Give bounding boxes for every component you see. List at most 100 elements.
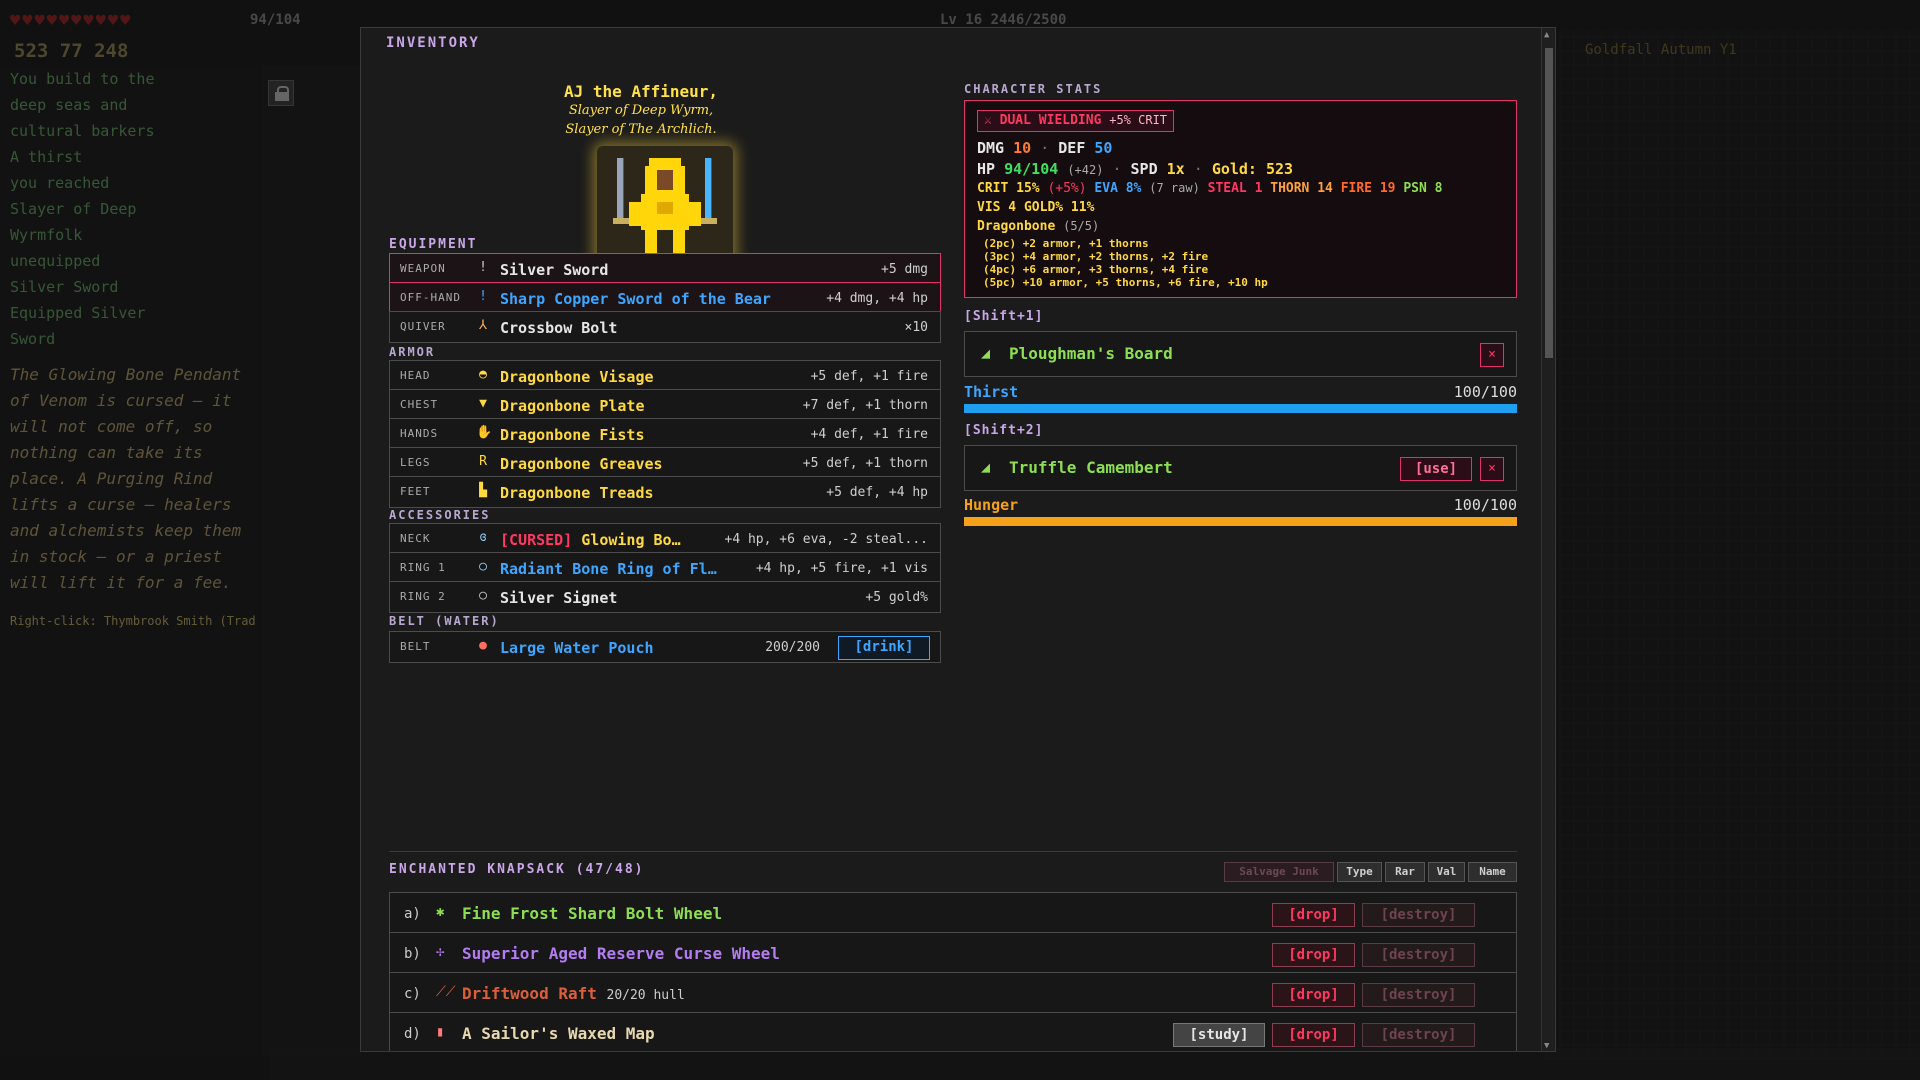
spd-label: SPD: [1130, 160, 1158, 178]
knapsack-item[interactable]: a) ✱ Fine Frost Shard Bolt Wheel [drop] [des…: [389, 892, 1517, 936]
slot-stats: +4 hp, +6 eva, -2 steal...: [724, 532, 929, 547]
destroy-button[interactable]: [destroy]: [1362, 983, 1475, 1007]
belt-slot[interactable]: BELT ● Large Water Pouch 200/200 [drink]: [389, 631, 941, 663]
slot-label: RING 1: [400, 561, 446, 574]
slot-item-text: Glowing Bo…: [581, 531, 681, 549]
item-key: c): [404, 986, 421, 1002]
slot-hands[interactable]: HANDS ✋ Dragonbone Fists +4 def, +1 fire: [389, 418, 941, 450]
slot-stats: +5 def, +1 fire: [810, 369, 928, 384]
slot-stats: +5 gold%: [865, 590, 928, 605]
sword-icon: !: [479, 260, 487, 275]
slot-item-name: Radiant Bone Ring of Fl…: [500, 560, 717, 578]
side-panel: [262, 66, 362, 1056]
quickslot-2[interactable]: ◢ Truffle Camembert [use] ×: [964, 445, 1517, 491]
slot-quiver[interactable]: QUIVER ⅄ Crossbow Bolt ×10: [389, 311, 941, 343]
slot-item-name: Sharp Copper Sword of the Bear: [500, 290, 771, 308]
set-count: (5/5): [1063, 219, 1100, 233]
slot-stats: +5 def, +4 hp: [826, 485, 928, 500]
slot-off-hand[interactable]: OFF-HAND! Sharp Copper Sword of the Bear +…: [389, 282, 941, 314]
thirst-label: Thirst: [964, 383, 1019, 401]
sort-value-button[interactable]: Val: [1428, 862, 1465, 882]
gold-value: Gold: 523: [1211, 160, 1294, 178]
character-title-2: Slayer of The Archlich.: [565, 122, 717, 137]
knapsack-item[interactable]: d) ▮ A Sailor's Waxed Map [drop] [destroy] [s…: [389, 1012, 1517, 1051]
slot-chest[interactable]: CHEST ▼ Dragonbone Plate +7 def, +1 thorn: [389, 389, 941, 421]
item-extra: 20/20 hull: [606, 988, 685, 1003]
crit-bonus: (+5%): [1047, 181, 1087, 196]
character-stats-panel: ⚔ DUAL WIELDING +5% CRIT DMG 10 · DEF 50…: [964, 100, 1517, 298]
quickslot-2-remove-button[interactable]: ×: [1480, 457, 1504, 481]
slot-item-name: Dragonbone Greaves: [500, 455, 663, 473]
drink-button[interactable]: [drink]: [838, 636, 930, 660]
lock-icon[interactable]: [268, 80, 294, 106]
ring-icon: ○: [479, 559, 487, 574]
slot-ring-1[interactable]: RING 1 ○ Radiant Bone Ring of Fl… +4 hp, +5…: [389, 552, 941, 584]
knapsack-item[interactable]: b) ✢ Superior Aged Reserve Curse Wheel [dro…: [389, 932, 1517, 976]
scrollbar-thumb[interactable]: [1545, 48, 1553, 358]
destroy-button[interactable]: [destroy]: [1362, 1023, 1475, 1047]
slot-label: BELT: [400, 640, 431, 653]
slot-ring-2[interactable]: RING 2 ○ Silver Signet +5 gold%: [389, 581, 941, 613]
slot-stats: +4 def, +1 fire: [810, 427, 928, 442]
sword-icon: !: [479, 289, 487, 304]
slot-neck[interactable]: NECK ɞ [CURSED] Glowing Bo… +4 hp, +6 eva, …: [389, 523, 941, 555]
hud-stats: 523 77 248: [14, 40, 129, 62]
def-value: 50: [1094, 139, 1113, 157]
slot-item-name: Dragonbone Fists: [500, 426, 645, 444]
drop-button[interactable]: [drop]: [1272, 1023, 1355, 1047]
slot-feet[interactable]: FEET ▙ Dragonbone Treads +5 def, +4 hp: [389, 476, 941, 508]
log-emphasis: The Glowing Bone Pendant of Venom is cur…: [10, 365, 242, 592]
drop-button[interactable]: [drop]: [1272, 903, 1355, 927]
world-map: [1545, 30, 1920, 1060]
dual-wielding-bonus: +5% CRIT: [1109, 113, 1168, 127]
slot-legs[interactable]: LEGS R Dragonbone Greaves +5 def, +1 thorn: [389, 447, 941, 479]
scroll-down-icon[interactable]: ▼: [1544, 1041, 1549, 1051]
slot-label: RING 2: [400, 590, 446, 603]
modal-scrollbar[interactable]: ▲ ▼: [1541, 28, 1555, 1051]
slot-label: HANDS: [400, 427, 439, 440]
drop-button[interactable]: [drop]: [1272, 943, 1355, 967]
stats-header: CHARACTER STATS: [964, 82, 1103, 96]
item-icon: ⟋⟋: [436, 984, 456, 1000]
crit-value: 15%: [1016, 181, 1040, 196]
destroy-button[interactable]: [destroy]: [1362, 943, 1475, 967]
amulet-icon: ɞ: [479, 530, 487, 545]
slot-label: NECK: [400, 532, 431, 545]
slot-stats: +4 dmg, +4 hp: [826, 291, 928, 306]
destroy-button[interactable]: [destroy]: [1362, 903, 1475, 927]
knapsack-item[interactable]: c) ⟋⟋ Driftwood Raft 20/20 hull [drop] [dest…: [389, 972, 1517, 1016]
salvage-junk-button[interactable]: Salvage Junk: [1224, 862, 1334, 882]
scroll-up-icon[interactable]: ▲: [1544, 30, 1549, 40]
slot-weapon[interactable]: WEAPON! Silver Sword +5 dmg: [389, 253, 941, 285]
hearts-bar: ♥♥♥♥♥♥♥♥♥♥: [10, 11, 133, 31]
knapsack-divider: [389, 851, 1517, 852]
inventory-modal: INVENTORY AJ the Affineur, Slayer of Dee…: [360, 27, 1556, 1052]
modal-title: INVENTORY: [386, 35, 480, 51]
armor-header: ARMOR: [389, 345, 436, 359]
boots-icon: ▙: [479, 483, 487, 498]
log-line: You build to the: [10, 70, 155, 88]
use-button[interactable]: [use]: [1400, 457, 1472, 481]
sort-name-button[interactable]: Name: [1468, 862, 1517, 882]
character-title-1: Slayer of Deep Wyrm,: [568, 103, 714, 118]
sort-type-button[interactable]: Type: [1337, 862, 1382, 882]
item-icon: ✱: [436, 904, 445, 920]
item-name-text: Fine Frost Shard Bolt Wheel: [462, 904, 723, 923]
log-line: Slayer of Deep: [10, 200, 137, 218]
sort-rarity-button[interactable]: Rar: [1385, 862, 1425, 882]
log-line: A thirst: [10, 148, 83, 166]
item-name: Superior Aged Reserve Curse Wheel: [462, 944, 780, 963]
study-button[interactable]: [study]: [1173, 1023, 1265, 1047]
quickslot-1[interactable]: ◢ Ploughman's Board ×: [964, 331, 1517, 377]
item-key: a): [404, 906, 421, 922]
drop-button[interactable]: [drop]: [1272, 983, 1355, 1007]
quickslot-1-remove-button[interactable]: ×: [1480, 343, 1504, 367]
hunger-bar: [964, 517, 1517, 526]
thirst-bar-fill: [964, 404, 1517, 413]
crit-label: CRIT: [977, 181, 1009, 196]
dmg-def-line: DMG 10 · DEF 50: [977, 139, 1113, 157]
item-name-text: Driftwood Raft: [462, 984, 597, 1003]
item-name: Driftwood Raft 20/20 hull: [462, 984, 685, 1003]
slot-item-name: Crossbow Bolt: [500, 319, 618, 337]
slot-head[interactable]: HEAD ◓ Dragonbone Visage +5 def, +1 fire: [389, 360, 941, 392]
